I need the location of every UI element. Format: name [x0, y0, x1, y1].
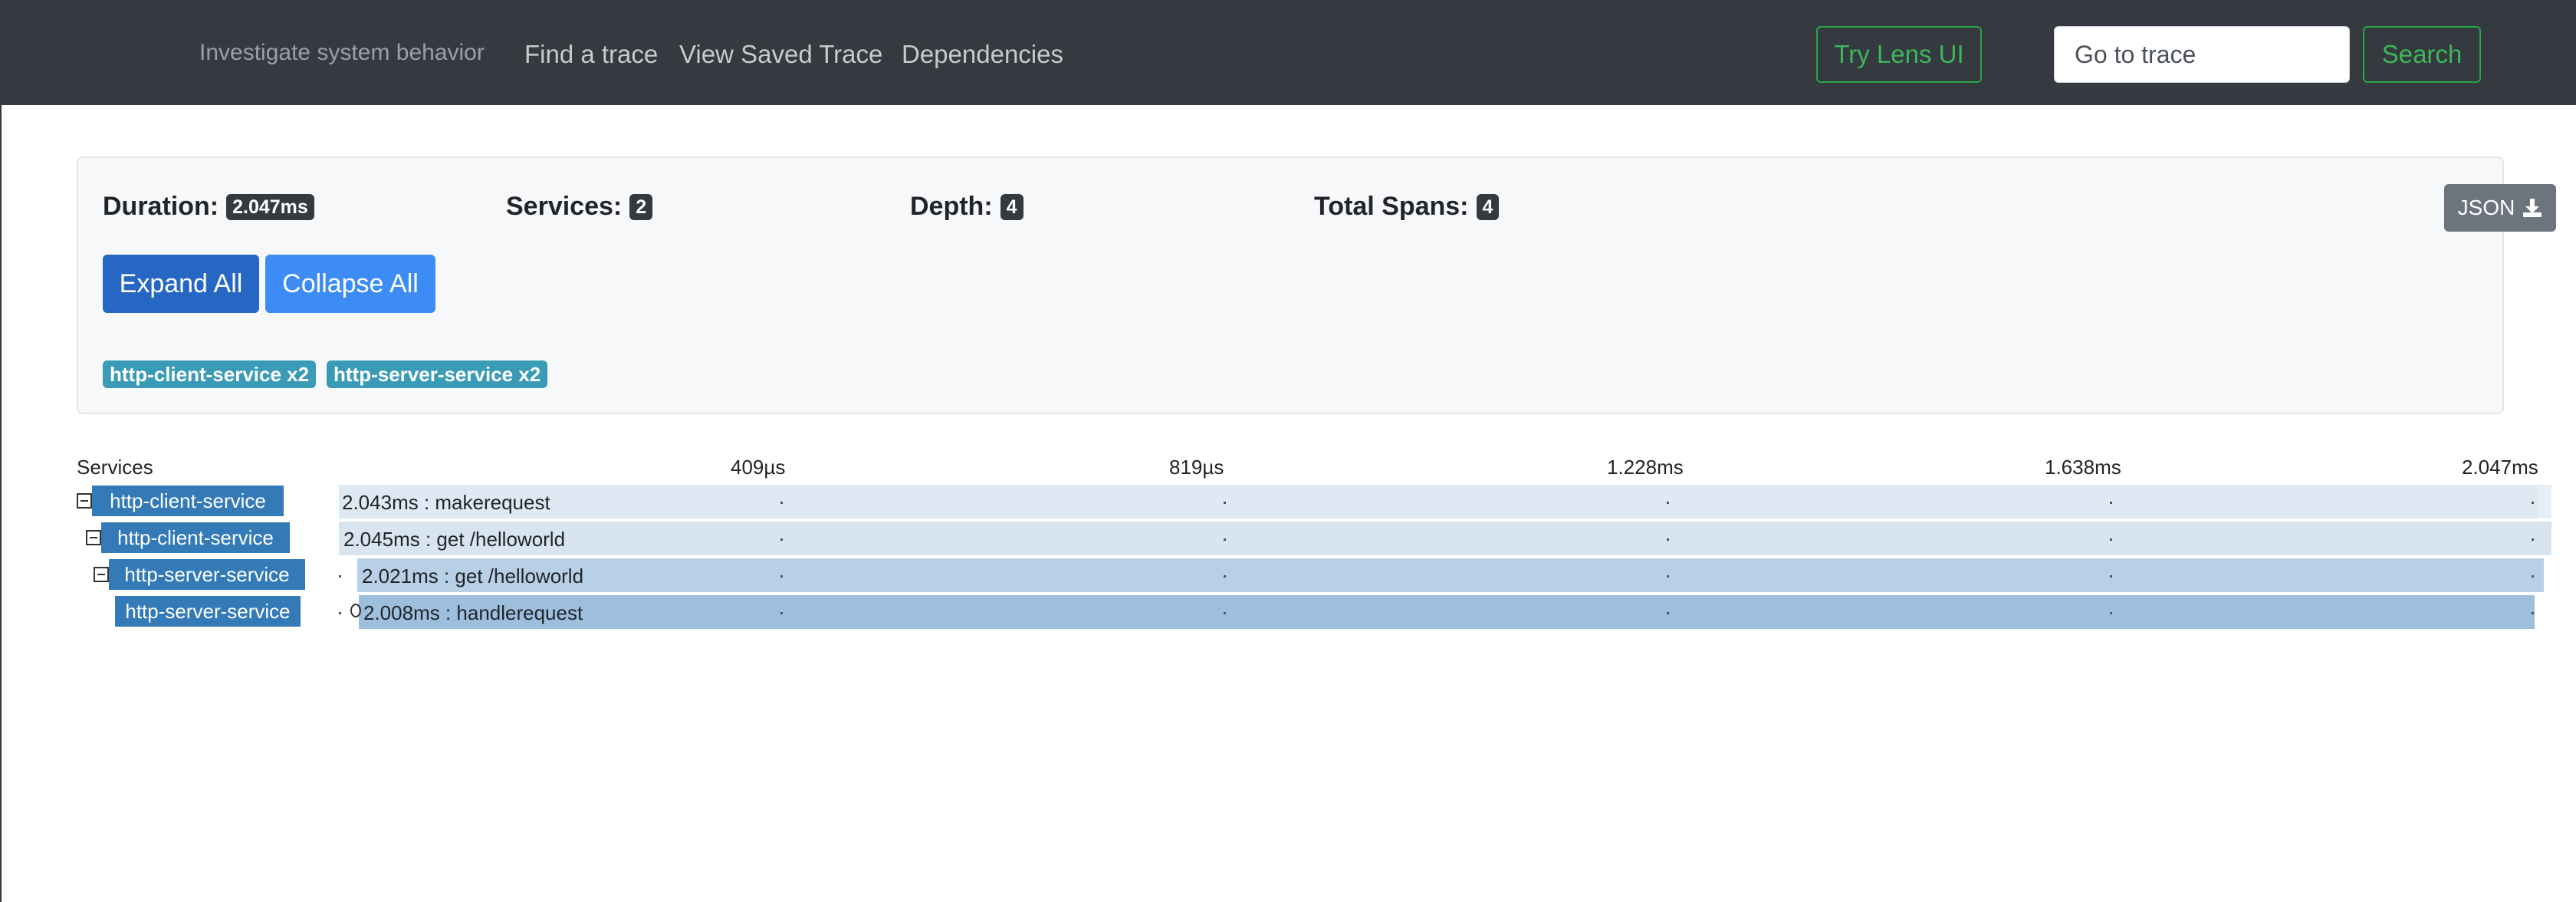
- tick-dot: [2532, 575, 2534, 578]
- tick-dot: [1224, 575, 1226, 578]
- nav-find-a-trace[interactable]: Find a trace: [524, 40, 658, 69]
- span-label: 2.043ms : makerequest: [342, 491, 550, 514]
- span-duration-bar: [357, 558, 2544, 592]
- service-filter-badge-client[interactable]: http-client-service x2: [103, 360, 317, 388]
- tick-dot: [1224, 612, 1226, 614]
- nav-dependencies[interactable]: Dependencies: [902, 40, 1063, 69]
- time-tick-label: 1.228ms: [1607, 456, 1684, 479]
- depth-badge: 4: [1000, 193, 1024, 220]
- nav-view-saved-trace[interactable]: View Saved Trace: [679, 40, 882, 69]
- search-button[interactable]: Search: [2363, 26, 2481, 83]
- span-label: 2.021ms : get /helloworld: [362, 565, 584, 588]
- span-service-name: http-server-service: [115, 596, 301, 627]
- tick-dot: [2110, 612, 2112, 614]
- brand-tagline: Investigate system behavior: [199, 40, 485, 65]
- span-duration-bar: [359, 595, 2535, 629]
- tick-dot: [1667, 538, 1669, 541]
- total-spans-label: Total Spans:: [1314, 192, 1469, 221]
- tick-dot: [2532, 502, 2534, 504]
- collapse-toggle-icon[interactable]: [77, 493, 92, 509]
- expand-all-button[interactable]: Expand All: [103, 255, 259, 313]
- trace-summary-card: Duration: 2.047ms Services: 2 Depth: 4 T…: [77, 156, 2556, 414]
- span-duration-bar: [339, 485, 2538, 518]
- span-duration-bar: [339, 522, 2551, 555]
- tick-dot: [1667, 575, 1669, 578]
- services-column-header: Services: [77, 456, 153, 479]
- span-service-name: http-server-service: [109, 559, 305, 590]
- services-label: Services:: [506, 192, 623, 221]
- tick-dot: [780, 575, 783, 578]
- top-navbar: Investigate system behavior Find a trace…: [2, 0, 2576, 105]
- try-lens-ui-button[interactable]: Try Lens UI: [1816, 26, 1982, 83]
- tick-dot: [2110, 575, 2112, 578]
- time-tick-label: 1.638ms: [2045, 456, 2121, 479]
- tick-dot: [339, 575, 341, 578]
- tick-dot: [780, 612, 783, 614]
- span-label: 2.045ms : get /helloworld: [343, 528, 566, 551]
- span-service-name: http-client-service: [92, 486, 284, 516]
- annotation-marker-icon: [350, 604, 361, 617]
- depth-stat: Depth: 4: [910, 192, 1024, 222]
- total-spans-stat: Total Spans: 4: [1314, 192, 1500, 222]
- tick-dot: [1224, 502, 1226, 504]
- tick-dot: [1224, 538, 1226, 541]
- collapse-all-button[interactable]: Collapse All: [265, 255, 435, 313]
- duration-badge: 2.047ms: [226, 193, 314, 220]
- collapse-toggle-icon[interactable]: [86, 530, 101, 545]
- time-tick-label: 819µs: [1169, 456, 1224, 479]
- tick-dot: [1667, 502, 1669, 504]
- depth-label: Depth:: [910, 192, 993, 221]
- span-service-name: http-client-service: [101, 522, 290, 553]
- time-tick-label: 409µs: [731, 456, 786, 479]
- tick-dot: [2110, 502, 2112, 504]
- service-filter-badge-server[interactable]: http-server-service x2: [327, 360, 548, 388]
- tick-dot: [2532, 538, 2534, 541]
- services-badge: 2: [629, 193, 653, 220]
- download-icon: [2523, 199, 2542, 217]
- services-stat: Services: 2: [506, 192, 653, 222]
- tick-dot: [1667, 612, 1669, 614]
- tick-dot: [780, 538, 783, 541]
- total-spans-badge: 4: [1476, 193, 1500, 220]
- go-to-trace-input[interactable]: [2054, 26, 2350, 83]
- tick-dot: [2110, 538, 2112, 541]
- tick-dot: [2532, 612, 2534, 614]
- json-button-label: JSON: [2457, 196, 2515, 219]
- span-label: 2.008ms : handlerequest: [363, 601, 583, 624]
- tick-dot: [339, 612, 341, 614]
- tick-dot: [780, 502, 783, 504]
- duration-label: Duration:: [103, 192, 219, 221]
- json-download-button[interactable]: JSON: [2444, 184, 2556, 232]
- collapse-toggle-icon[interactable]: [94, 567, 109, 582]
- duration-stat: Duration: 2.047ms: [103, 192, 314, 222]
- time-tick-label: 2.047ms: [2462, 456, 2538, 479]
